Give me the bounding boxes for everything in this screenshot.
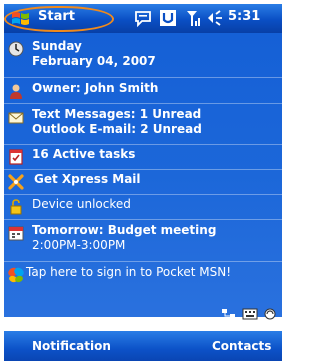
clock-icon (8, 41, 24, 57)
outlook-email-count: Outlook E-mail: 2 Unread (32, 122, 202, 136)
msn-butterfly-icon (8, 267, 24, 283)
divider (4, 169, 282, 170)
keyboard-icon[interactable] (242, 307, 258, 321)
msn-signin-item[interactable]: Tap here to sign in to Pocket MSN! (4, 263, 282, 285)
divider (4, 77, 282, 78)
start-label: Start (38, 9, 75, 24)
meeting-title: Tomorrow: Budget meeting (32, 223, 217, 237)
pocketpc-today-screen: Start 5:31 Sunday February 04, 2007 Owne… (0, 0, 286, 361)
softkey-bar: Notification Contacts (4, 331, 282, 361)
start-button[interactable]: Start (4, 4, 119, 33)
divider (4, 194, 282, 195)
divider (4, 144, 282, 145)
xpress-mail-icon (8, 174, 24, 190)
divider (4, 261, 282, 262)
divider (4, 103, 282, 104)
messages-item[interactable]: Text Messages: 1 Unread Outlook E-mail: … (4, 107, 282, 141)
today-panel: Sunday February 04, 2007 Owner: John Smi… (4, 33, 282, 317)
device-lock-item[interactable]: Device unlocked (4, 197, 282, 217)
envelope-icon (8, 112, 24, 124)
title-bar: Start 5:31 (4, 4, 282, 33)
network-icon[interactable] (222, 308, 236, 320)
xpress-mail-item[interactable]: Get Xpress Mail (4, 172, 282, 192)
owner-text: Owner: John Smith (32, 81, 159, 95)
date-weekday: Sunday (32, 39, 82, 53)
date-item[interactable]: Sunday February 04, 2007 (4, 39, 282, 73)
owner-person-icon (10, 84, 22, 99)
meeting-time: 2:00PM-3:00PM (32, 238, 126, 252)
meeting-text: Tomorrow: Budget meeting 2:00PM-3:00PM (32, 223, 216, 253)
device-lock-text: Device unlocked (32, 197, 131, 211)
clock[interactable]: 5:31 (228, 9, 260, 24)
signal-icon[interactable] (186, 9, 202, 27)
owner-item[interactable]: Owner: John Smith (4, 81, 282, 101)
message-bubble-icon[interactable] (134, 9, 152, 27)
date-text: Sunday February 04, 2007 (32, 39, 156, 69)
status-icon-tray (222, 306, 282, 322)
sync-icon[interactable] (264, 308, 276, 320)
xpress-text: Get Xpress Mail (34, 172, 141, 186)
calendar-icon (8, 226, 24, 241)
msn-text: Tap here to sign in to Pocket MSN! (26, 265, 232, 279)
speaker-icon[interactable] (206, 9, 224, 27)
u-badge-icon[interactable] (160, 9, 176, 27)
date-full: February 04, 2007 (32, 54, 156, 68)
tasks-text: 16 Active tasks (32, 147, 136, 161)
tasks-checklist-icon (9, 149, 23, 165)
tasks-item[interactable]: 16 Active tasks (4, 147, 282, 167)
padlock-icon (10, 199, 22, 215)
contacts-softkey[interactable]: Contacts (212, 339, 271, 353)
windows-flag-icon (12, 12, 29, 25)
calendar-item[interactable]: Tomorrow: Budget meeting 2:00PM-3:00PM (4, 223, 282, 257)
divider (4, 219, 282, 220)
messages-text: Text Messages: 1 Unread Outlook E-mail: … (32, 107, 202, 137)
notification-softkey[interactable]: Notification (32, 339, 111, 353)
text-messages-count: Text Messages: 1 Unread (32, 107, 202, 121)
